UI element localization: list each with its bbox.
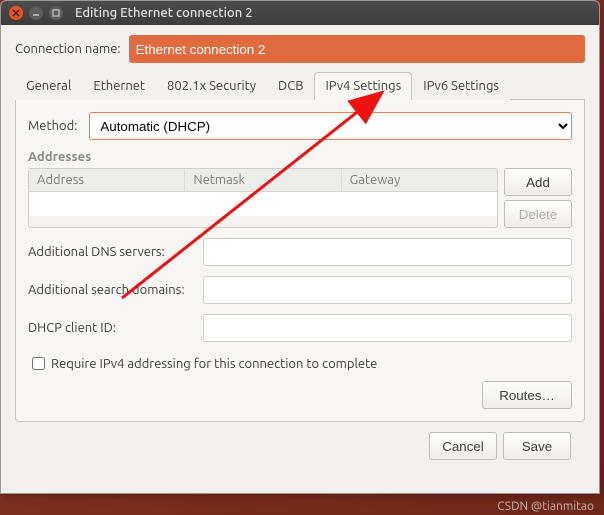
search-domains-label: Additional search domains:: [28, 283, 203, 297]
tab-ethernet[interactable]: Ethernet: [82, 72, 156, 100]
window-title: Editing Ethernet connection 2: [63, 6, 253, 20]
col-gateway: Gateway: [342, 169, 497, 191]
maximize-icon[interactable]: [49, 6, 63, 20]
network-editor-window: Editing Ethernet connection 2 Connection…: [0, 0, 600, 494]
cancel-button[interactable]: Cancel: [429, 432, 497, 460]
add-button[interactable]: Add: [504, 168, 572, 196]
col-address: Address: [29, 169, 185, 191]
col-netmask: Netmask: [185, 169, 341, 191]
ipv4-panel: Method: Automatic (DHCP) Addresses Addre…: [15, 100, 585, 422]
connection-name-input[interactable]: [129, 35, 585, 63]
minimize-icon[interactable]: [29, 6, 43, 20]
tab-ipv4-settings[interactable]: IPv4 Settings: [314, 72, 412, 100]
watermark: CSDN @tianmitao: [497, 500, 594, 513]
titlebar: Editing Ethernet connection 2: [1, 1, 599, 25]
dns-label: Additional DNS servers:: [28, 245, 203, 259]
routes-button[interactable]: Routes…: [482, 381, 572, 409]
connection-name-label: Connection name:: [15, 42, 121, 56]
dns-input[interactable]: [203, 238, 572, 266]
save-button[interactable]: Save: [503, 432, 571, 460]
tab-dcb[interactable]: DCB: [267, 72, 314, 100]
method-label: Method:: [28, 119, 77, 133]
tab-general[interactable]: General: [15, 72, 82, 100]
method-select[interactable]: Automatic (DHCP): [89, 112, 572, 140]
addresses-body: [29, 192, 497, 216]
close-icon[interactable]: [9, 6, 23, 20]
dhcp-client-id-input[interactable]: [203, 314, 572, 342]
addresses-heading: Addresses: [28, 150, 572, 164]
require-ipv4-checkbox[interactable]: [32, 357, 45, 370]
addresses-table[interactable]: Address Netmask Gateway: [28, 168, 498, 228]
dhcp-client-id-label: DHCP client ID:: [28, 321, 203, 335]
search-domains-input[interactable]: [203, 276, 572, 304]
tab-8021x-security[interactable]: 802.1x Security: [156, 72, 267, 100]
require-ipv4-label: Require IPv4 addressing for this connect…: [51, 357, 377, 371]
tab-ipv6-settings[interactable]: IPv6 Settings: [412, 72, 510, 100]
tab-bar: General Ethernet 802.1x Security DCB IPv…: [15, 71, 585, 100]
delete-button: Delete: [504, 200, 572, 228]
